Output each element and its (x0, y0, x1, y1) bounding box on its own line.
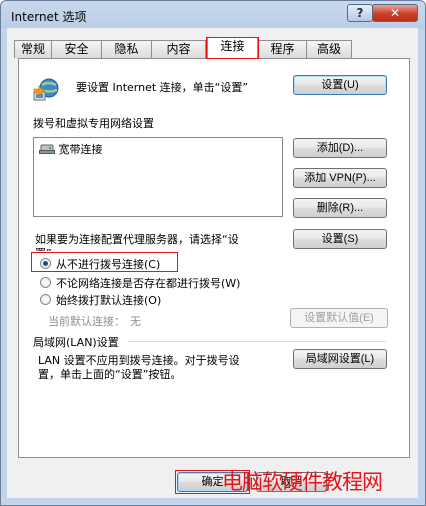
radio-never-dial[interactable] (40, 258, 51, 269)
lan-divider (128, 341, 386, 342)
radio-dial-whenever[interactable] (40, 277, 51, 288)
list-item[interactable]: 宽带连接 (39, 141, 103, 158)
proxy-text-line1: 如果要为连接配置代理服务器，请选择“设 (35, 233, 239, 246)
option-dial-whenever-label[interactable]: 不论网络连接是否存在都进行拨号(W) (56, 275, 240, 291)
setup-description: 要设置 Internet 连接，单击“设置” (76, 81, 249, 94)
tab-general[interactable]: 常规 (14, 40, 52, 58)
set-default-button[interactable]: 设置默认值(E) (290, 308, 388, 328)
tab-advanced[interactable]: 高级 (306, 40, 352, 58)
proxy-text-line2: 置”。 (35, 245, 63, 251)
title-bar[interactable]: Internet 选项 ? ✕ (1, 1, 425, 29)
lan-text-line2: 置，单击上面的“设置”按钮。 (38, 368, 182, 381)
tab-security[interactable]: 安全 (51, 40, 102, 58)
remove-button[interactable]: 删除(R)... (293, 198, 387, 218)
lan-settings-button[interactable]: 局域网设置(L) (293, 349, 387, 369)
option-always-dial-label[interactable]: 始终拨打默认连接(O) (56, 292, 161, 308)
connection-list[interactable]: 宽带连接 (33, 137, 283, 217)
tab-programs[interactable]: 程序 (258, 40, 307, 58)
setup-button[interactable]: 设置(U) (293, 75, 387, 95)
tab-privacy[interactable]: 隐私 (101, 40, 152, 58)
connection-icon (39, 142, 55, 158)
proxy-settings-button[interactable]: 设置(S) (293, 229, 387, 249)
add-button[interactable]: 添加(D)... (293, 138, 387, 158)
connection-item-label: 宽带连接 (58, 143, 103, 156)
help-button[interactable]: ? (347, 4, 373, 22)
radio-always-dial-default[interactable] (40, 294, 51, 305)
window-title: Internet 选项 (11, 10, 87, 24)
highlight-box-tab (206, 37, 259, 59)
tab-content[interactable]: 内容 (151, 40, 206, 58)
current-default-label: 当前默认连接： (48, 315, 125, 328)
dialup-heading: 拨号和虚拟专用网络设置 (33, 117, 154, 130)
watermark-text: 电脑软硬件教程网 (222, 470, 383, 494)
option-never-dial-label[interactable]: 从不进行拨号连接(C) (56, 256, 160, 272)
add-vpn-button[interactable]: 添加 VPN(P)... (293, 168, 387, 188)
globe-network-icon (32, 76, 62, 107)
close-button[interactable]: ✕ (372, 4, 418, 22)
current-default-value: 无 (130, 315, 141, 328)
lan-heading: 局域网(LAN)设置 (33, 336, 119, 349)
